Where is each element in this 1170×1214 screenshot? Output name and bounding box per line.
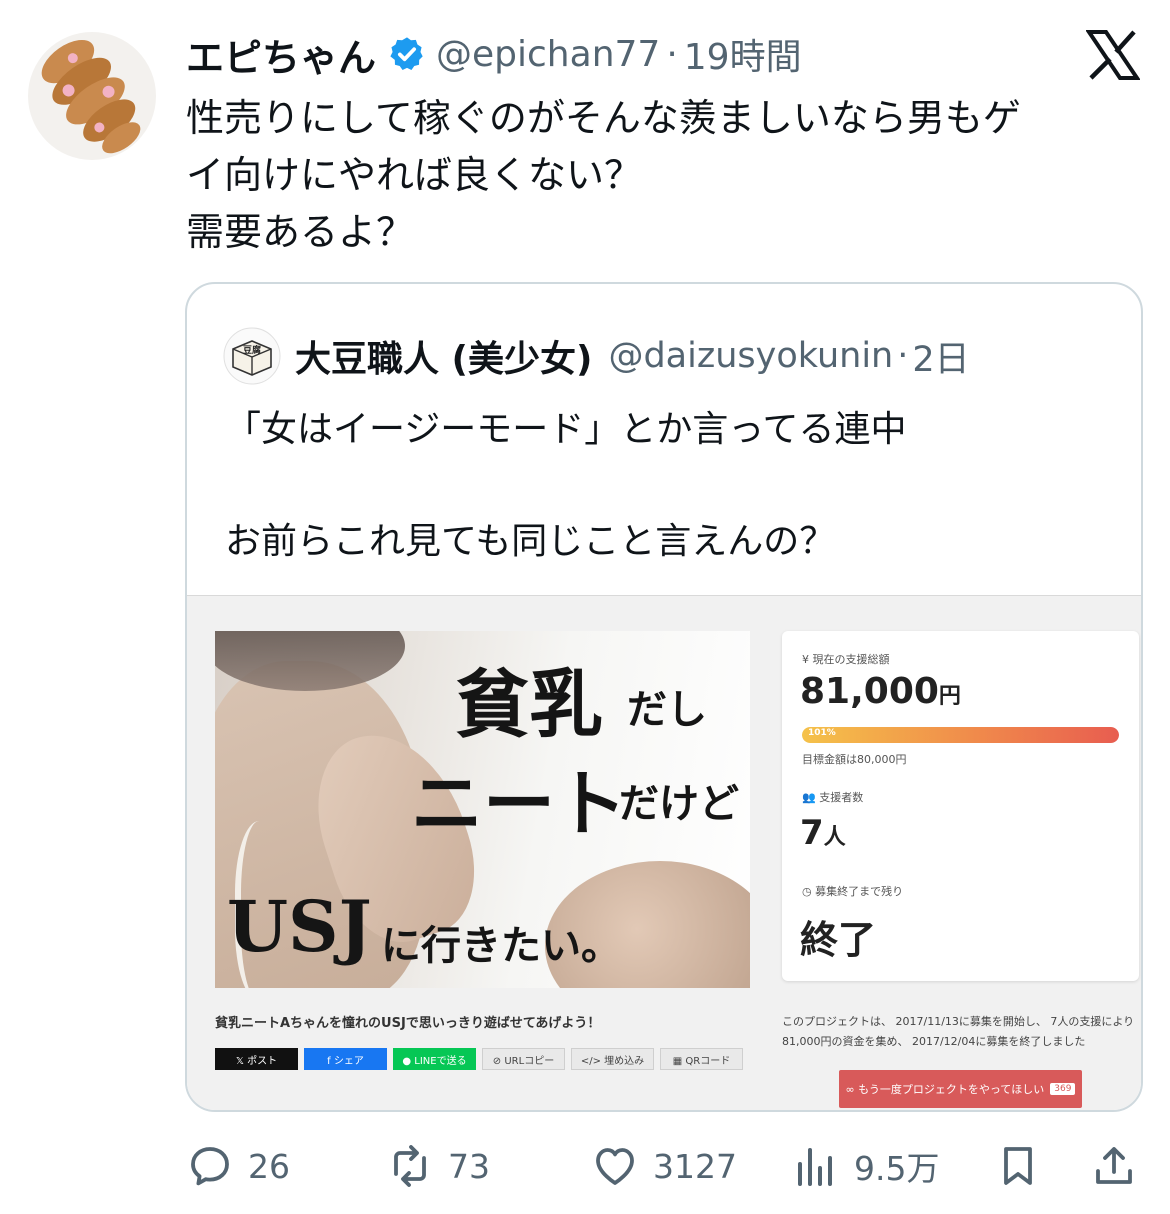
bookmark-button[interactable] xyxy=(994,1136,1056,1196)
quoted-author-handle[interactable]: @daizusyokunin xyxy=(608,336,893,376)
tweet-action-bar: 26 73 3127 9.5万 xyxy=(186,1136,1146,1196)
tweet-text: 性売りにして稼ぐのがそんな羨ましいなら男もゲ イ向けにやれば良くない？ 需要ある… xyxy=(186,90,1146,261)
clock-icon: ◷ xyxy=(802,885,816,898)
tweet-time[interactable]: 19時間 xyxy=(684,28,802,80)
hero-text: ニート xyxy=(411,761,628,846)
share-x-button: 𝕏 ポスト xyxy=(215,1048,298,1070)
backers-label: 👥 支援者数 xyxy=(802,791,864,804)
avatar-label: 豆腐 xyxy=(243,344,261,356)
summary-line: このプロジェクトは、 2017/11/13に募集を開始し、 7人の支援により xyxy=(782,1015,1135,1028)
request-again-button: ∞ もう一度プロジェクトをやってほしい 369 xyxy=(839,1070,1082,1108)
total-label: ¥ 現在の支援総額 xyxy=(802,653,890,666)
tweet-header: エピちゃん @epichan77 · 19時間 xyxy=(186,26,802,82)
tweet-text-line: イ向けにやれば良くない？ xyxy=(186,153,643,197)
like-count: 3127 xyxy=(653,1146,737,1186)
quoted-media-screenshot[interactable]: 貧乳 だし ニート だけど USJ に行きたい。 貧乳ニートAちゃんを憧れのUS… xyxy=(187,595,1141,1110)
avatar-image xyxy=(41,39,141,154)
x-logo-icon[interactable] xyxy=(1086,30,1140,80)
qr-code-button: ▦ QRコード xyxy=(660,1048,743,1070)
project-stats-panel: ¥ 現在の支援総額 81,000円 101% 目標金額は80,000円 👥 支援… xyxy=(782,631,1139,981)
verified-badge-icon xyxy=(390,37,423,70)
repost-button[interactable]: 73 xyxy=(386,1136,490,1196)
quoted-tweet-header: 豆腐 大豆職人 (美少女) @daizusyokunin · 2日 xyxy=(223,327,970,385)
hero-text: だし xyxy=(627,686,707,733)
author-handle[interactable]: @epichan77 xyxy=(436,34,660,75)
embed-button: </> 埋め込み xyxy=(571,1048,654,1070)
remaining-label: ◷ 募集終了まで残り xyxy=(802,885,904,898)
hero-text: 貧乳 xyxy=(455,662,603,748)
reply-count: 26 xyxy=(248,1146,290,1186)
hero-text: だけど xyxy=(619,780,739,827)
project-summary: このプロジェクトは、 2017/11/13に募集を開始し、 7人の支援により 8… xyxy=(782,1012,1141,1052)
tweet-text-line: 需要あるよ？ xyxy=(186,210,415,254)
quoted-tweet-time[interactable]: 2日 xyxy=(912,331,969,382)
share-line-button: ● LINEで送る xyxy=(393,1048,476,1070)
like-button[interactable]: 3127 xyxy=(591,1136,737,1196)
share-buttons: 𝕏 ポスト f シェア ● LINEで送る ⊘ URLコピー </> 埋め込み … xyxy=(215,1048,743,1070)
repost-icon xyxy=(394,1145,426,1187)
quoted-text-line: 「女はイージーモード」とか言ってる連中 xyxy=(225,409,907,450)
views-chart-icon xyxy=(798,1148,832,1186)
backers-count: 7人 xyxy=(800,813,846,853)
remaining-value: 終了 xyxy=(800,918,877,962)
quoted-author-avatar[interactable]: 豆腐 xyxy=(223,327,281,385)
progress-bar xyxy=(802,727,1119,743)
author-avatar[interactable] xyxy=(28,32,156,160)
share-button[interactable] xyxy=(1090,1136,1152,1196)
hero-text: USJ xyxy=(227,885,372,968)
separator-dot: · xyxy=(897,336,909,376)
reply-icon xyxy=(191,1147,229,1186)
quoted-tweet-card[interactable]: 豆腐 大豆職人 (美少女) @daizusyokunin · 2日 「女はイージ… xyxy=(185,282,1143,1112)
project-caption: 貧乳ニートAちゃんを憧れのUSJで思いっきり遊ばせてあげよう！ xyxy=(215,1016,601,1031)
view-count: 9.5万 xyxy=(854,1149,940,1188)
author-name[interactable]: エピちゃん xyxy=(186,27,376,82)
views-button[interactable]: 9.5万 xyxy=(792,1136,939,1196)
share-facebook-button: f シェア xyxy=(304,1048,387,1070)
bookmark-icon xyxy=(1004,1147,1032,1185)
goal-amount: 目標金額は80,000円 xyxy=(802,753,907,766)
reply-button[interactable]: 26 xyxy=(186,1136,290,1196)
separator-dot: · xyxy=(666,33,678,75)
quoted-text-line: お前らこれ見ても同じこと言えんの？ xyxy=(225,521,836,562)
share-icon xyxy=(1096,1147,1132,1184)
tweet-text-line: 性売りにして稼ぐのがそんな羨ましいなら男もゲ xyxy=(186,96,1021,140)
request-count-badge: 369 xyxy=(1050,1083,1076,1095)
quoted-author-name[interactable]: 大豆職人 (美少女) xyxy=(295,330,592,382)
summary-line: 81,000円の資金を集め、 2017/12/04に募集を終了しました xyxy=(782,1035,1086,1048)
heart-icon xyxy=(596,1148,634,1185)
hero-text: に行きたい。 xyxy=(381,922,621,969)
project-hero-image: 貧乳 だし ニート だけど USJ に行きたい。 xyxy=(215,631,750,988)
people-icon: 👥 xyxy=(802,791,820,804)
quoted-tweet-text: 「女はイージーモード」とか言ってる連中 お前らこれ見ても同じこと言えんの？ xyxy=(225,402,906,570)
progress-fill xyxy=(802,727,1119,743)
copy-url-button: ⊘ URLコピー xyxy=(482,1048,565,1070)
repost-count: 73 xyxy=(448,1146,490,1186)
total-amount: 81,000円 xyxy=(800,671,961,712)
progress-percent: 101% xyxy=(808,728,836,738)
